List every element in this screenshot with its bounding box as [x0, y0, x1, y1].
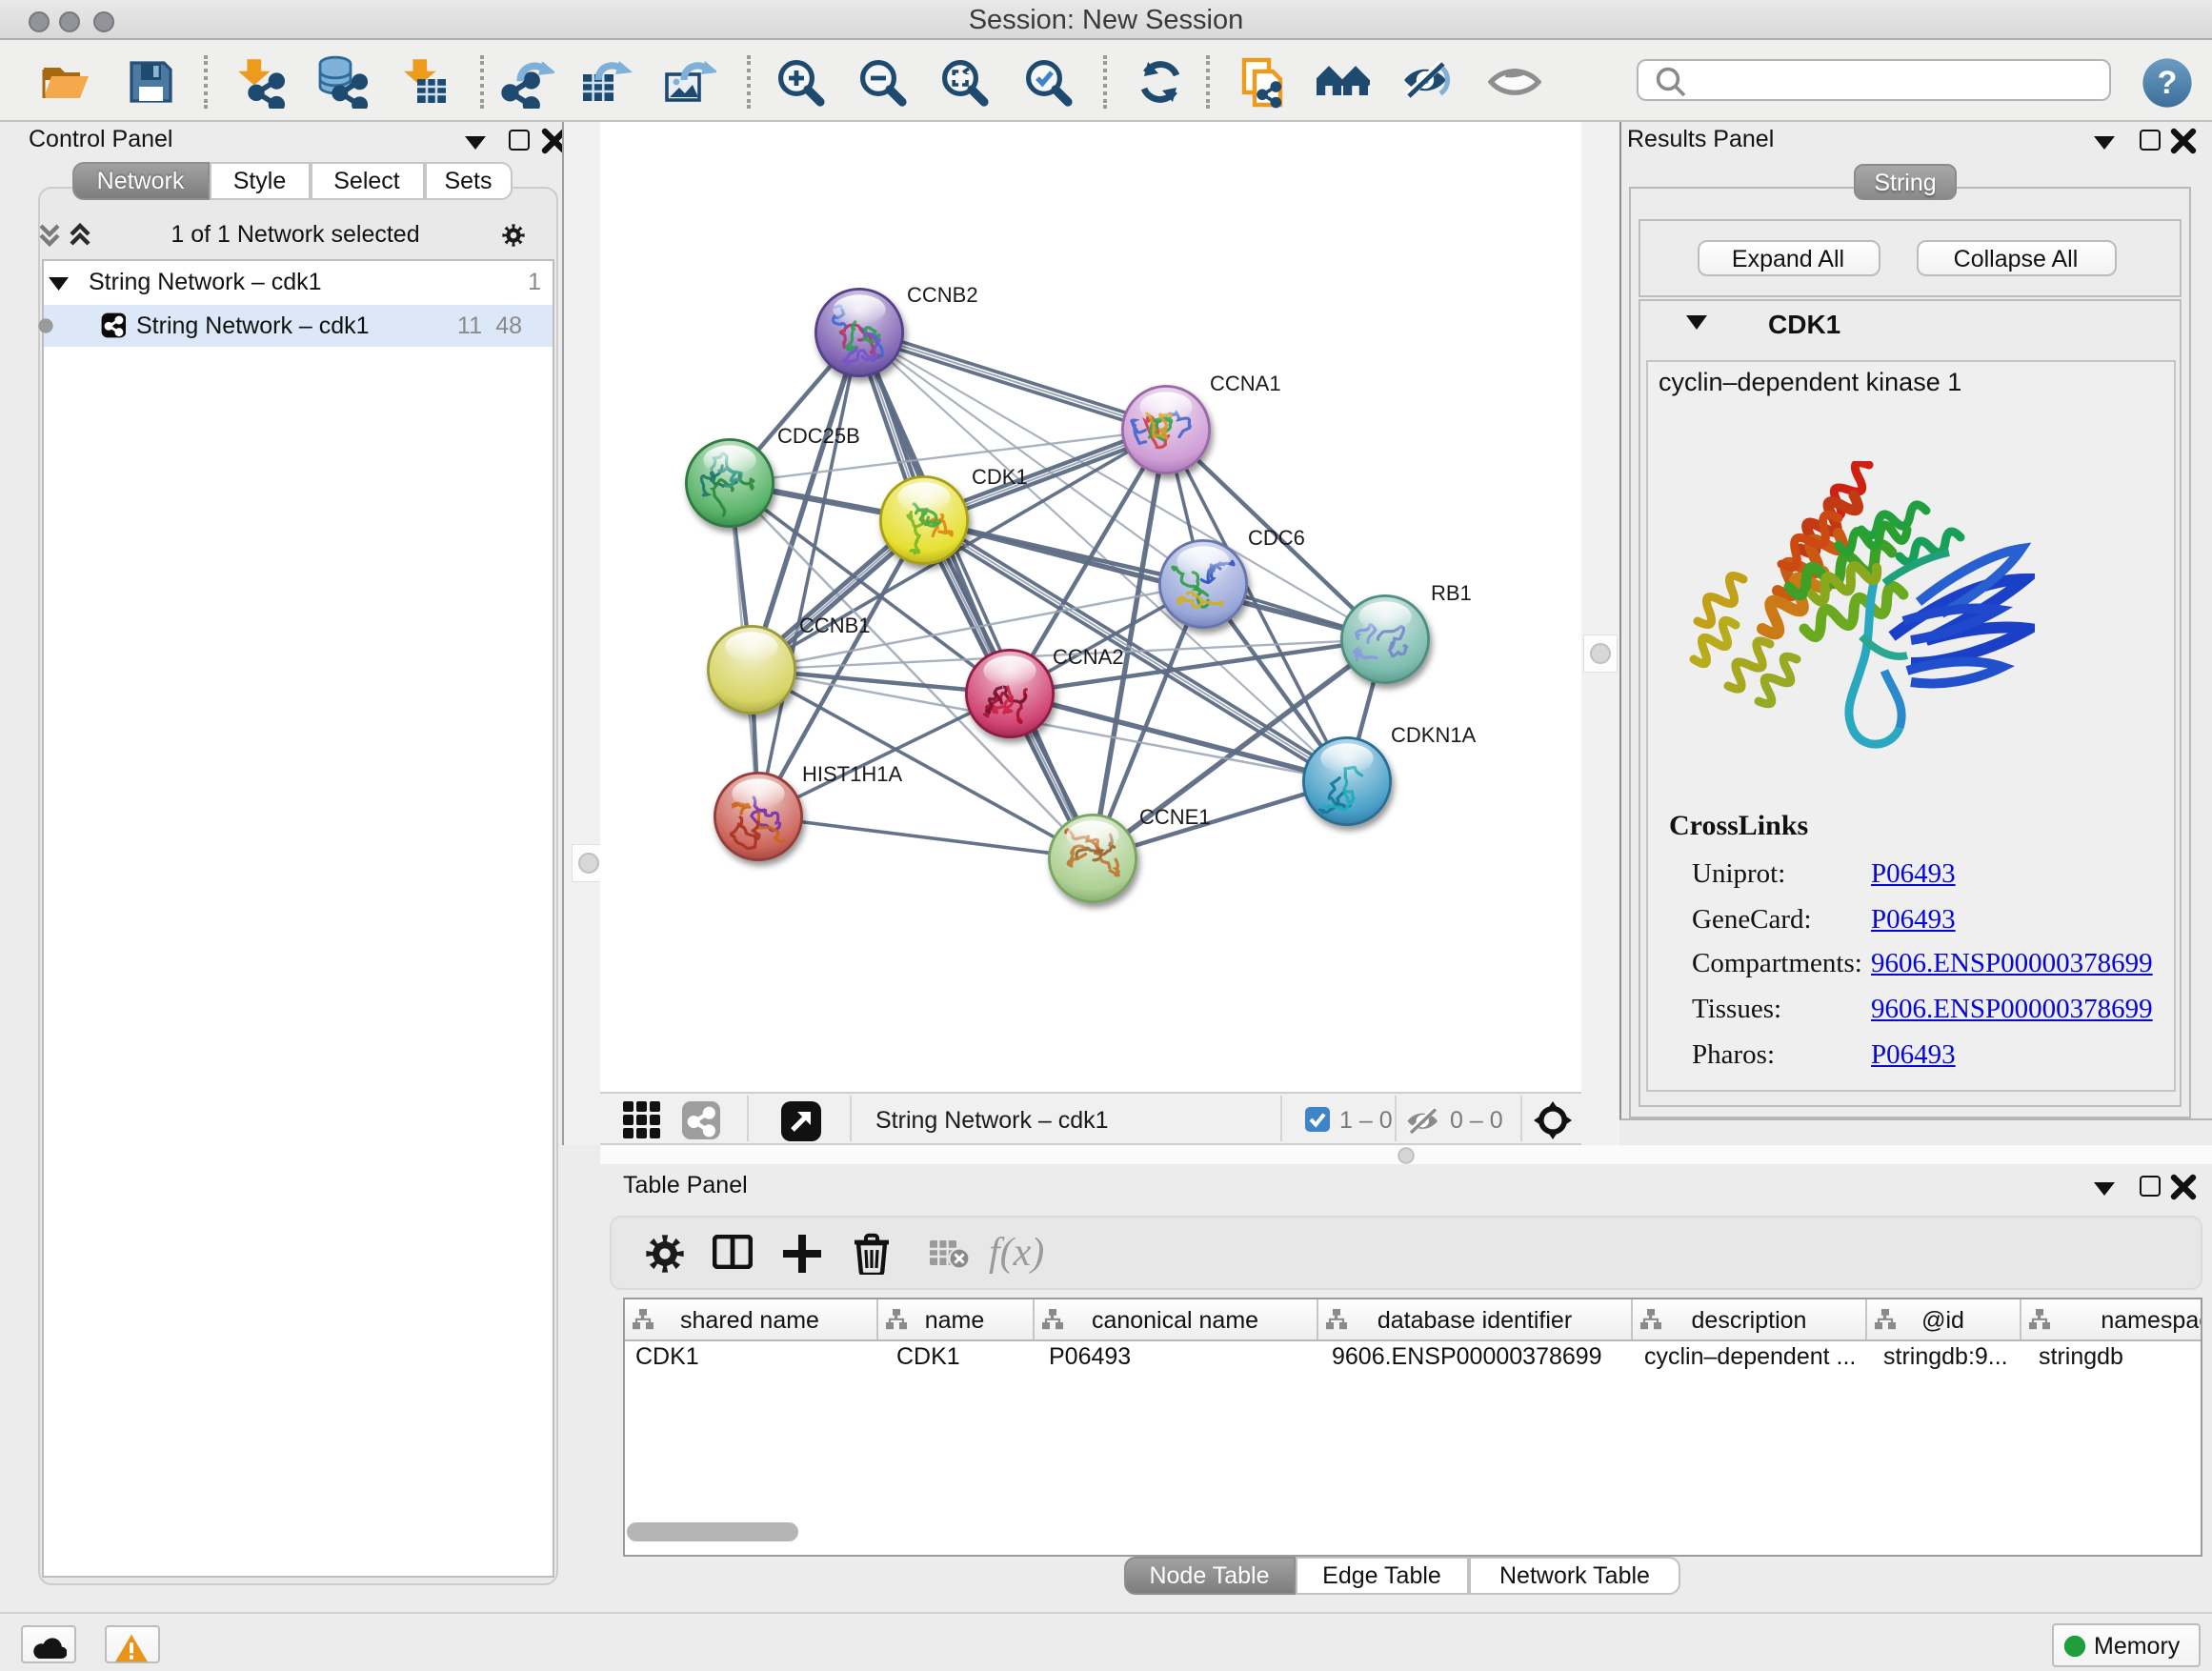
svg-text:CDC6: CDC6	[1248, 526, 1305, 550]
svg-text:RB1: RB1	[1431, 581, 1472, 605]
svg-text:CCNB2: CCNB2	[907, 283, 978, 307]
svg-text:CDKN1A: CDKN1A	[1391, 723, 1477, 747]
svg-text:CDC25B: CDC25B	[777, 424, 860, 448]
svg-text:HIST1H1A: HIST1H1A	[802, 762, 902, 786]
svg-text:CCNA2: CCNA2	[1053, 645, 1124, 669]
svg-text:CDK1: CDK1	[972, 465, 1028, 489]
svg-text:CCNB1: CCNB1	[799, 614, 871, 637]
svg-text:CCNE1: CCNE1	[1139, 805, 1211, 829]
svg-text:?: ?	[2158, 64, 2178, 100]
svg-text:CCNA1: CCNA1	[1210, 372, 1281, 395]
